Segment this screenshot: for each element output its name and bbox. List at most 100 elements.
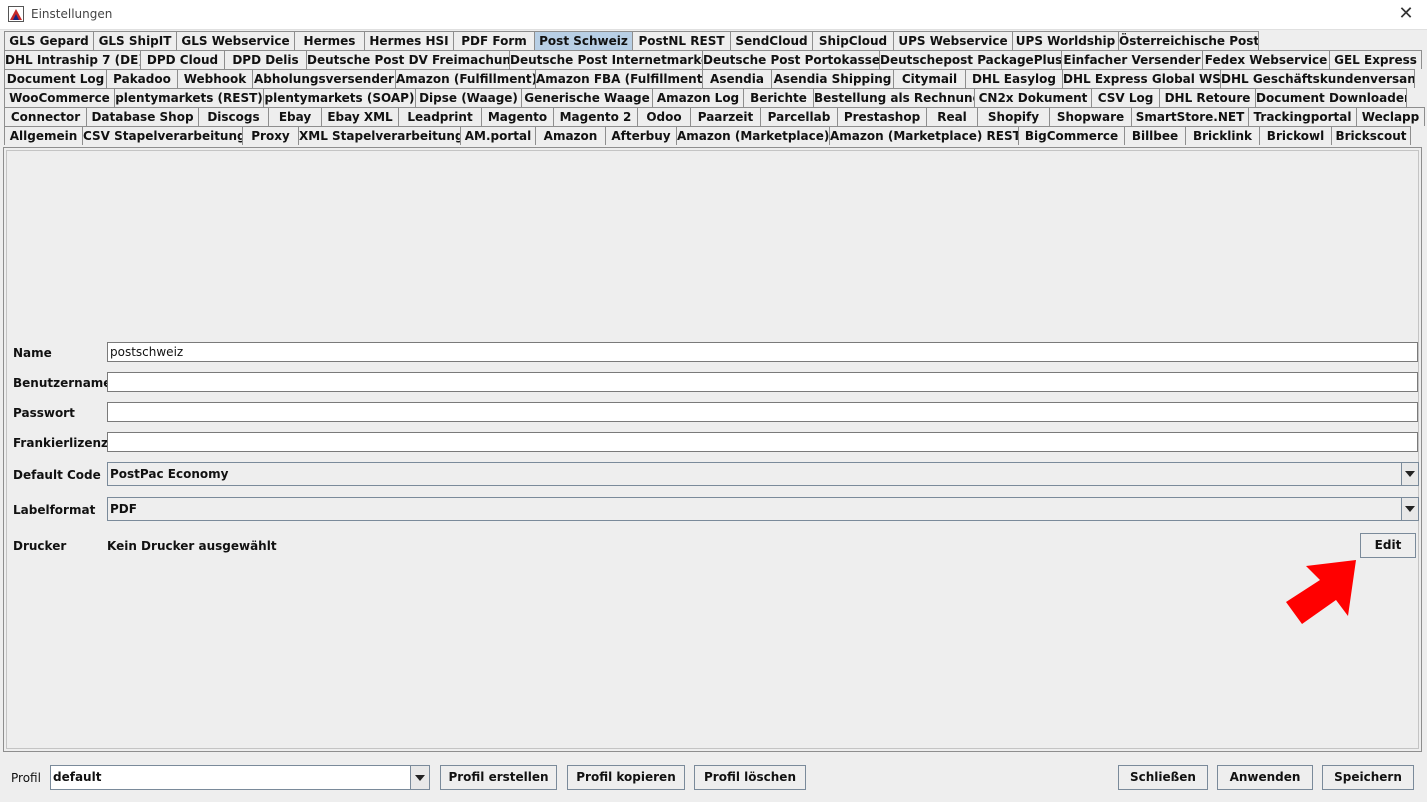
tab-brickowl[interactable]: Brickowl xyxy=(1259,126,1332,145)
tab-am-portal[interactable]: AM.portal xyxy=(460,126,536,145)
tab-brickscout[interactable]: Brickscout xyxy=(1331,126,1411,145)
benutzername-label: Benutzername xyxy=(13,376,112,390)
tab-berichte[interactable]: Berichte xyxy=(743,88,814,107)
tab-citymail[interactable]: Citymail xyxy=(893,69,966,88)
tab-amazon-fulfillment[interactable]: Amazon (Fulfillment) xyxy=(395,69,536,88)
tab-billbee[interactable]: Billbee xyxy=(1124,126,1186,145)
tab-plentymarkets-soap[interactable]: plentymarkets (SOAP) xyxy=(263,88,416,107)
tab-dhl-geschaeftskundenversand[interactable]: DHL Geschäftskundenversand xyxy=(1220,69,1415,88)
profil-select[interactable]: default xyxy=(50,765,430,790)
tab-dhl-express-global-ws[interactable]: DHL Express Global WS xyxy=(1062,69,1221,88)
tab-leadprint[interactable]: Leadprint xyxy=(398,107,482,126)
tab-asendia[interactable]: Asendia xyxy=(702,69,772,88)
tab-generische-waage[interactable]: Generische Waage xyxy=(521,88,653,107)
passwort-field[interactable] xyxy=(107,402,1418,422)
tab-afterbuy[interactable]: Afterbuy xyxy=(605,126,677,145)
tab-amazon[interactable]: Amazon xyxy=(535,126,606,145)
tab-dhl-retoure[interactable]: DHL Retoure xyxy=(1159,88,1256,107)
tab-deutsche-post-portokasse[interactable]: Deutsche Post Portokasse xyxy=(702,50,880,69)
profil-erstellen-button[interactable]: Profil erstellen xyxy=(440,765,557,790)
tab-odoo[interactable]: Odoo xyxy=(637,107,691,126)
chevron-down-icon[interactable] xyxy=(1401,498,1418,520)
tab-document-log[interactable]: Document Log xyxy=(4,69,107,88)
tab-parcellab[interactable]: Parcellab xyxy=(760,107,838,126)
tab-magento[interactable]: Magento xyxy=(481,107,554,126)
tab-asendia-shipping[interactable]: Asendia Shipping xyxy=(771,69,894,88)
tab-hermes[interactable]: Hermes xyxy=(294,31,365,50)
tab-trackingportal[interactable]: Trackingportal xyxy=(1248,107,1357,126)
tab-gls-shipit[interactable]: GLS ShipIT xyxy=(93,31,177,50)
tab-einfacher-versender[interactable]: Einfacher Versender xyxy=(1061,50,1203,69)
tab-woocommerce[interactable]: WooCommerce xyxy=(4,88,115,107)
tab-post-schweiz[interactable]: Post Schweiz xyxy=(534,31,633,50)
tab-hermes-hsi[interactable]: Hermes HSI xyxy=(364,31,454,50)
tab-postnl-rest[interactable]: PostNL REST xyxy=(632,31,731,50)
close-icon[interactable]: ✕ xyxy=(1395,3,1417,25)
tab-database-shop[interactable]: Database Shop xyxy=(86,107,199,126)
tab-allgemein[interactable]: Allgemein xyxy=(4,126,83,145)
tab-sendcloud[interactable]: SendCloud xyxy=(730,31,813,50)
tab-shopware[interactable]: Shopware xyxy=(1049,107,1132,126)
tab-webhook[interactable]: Webhook xyxy=(177,69,253,88)
tab-amazon-marketplace-rest[interactable]: Amazon (Marketplace) REST xyxy=(829,126,1019,145)
tab-real[interactable]: Real xyxy=(926,107,978,126)
tab-deutsche-post-internetmarke[interactable]: Deutsche Post Internetmarke xyxy=(509,50,703,69)
tab-document-downloader[interactable]: Document Downloader xyxy=(1255,88,1407,107)
chevron-down-icon[interactable] xyxy=(410,766,429,789)
tab-discogs[interactable]: Discogs xyxy=(198,107,269,126)
tab-ups-worldship[interactable]: UPS Worldship xyxy=(1012,31,1119,50)
anwenden-button[interactable]: Anwenden xyxy=(1217,765,1313,790)
tab-gls-webservice[interactable]: GLS Webservice xyxy=(176,31,295,50)
benutzername-field[interactable] xyxy=(107,372,1418,392)
tab-csv-stapelverarbeitung[interactable]: CSV Stapelverarbeitung xyxy=(82,126,243,145)
tab-oesterreichische-post[interactable]: Österreichische Post xyxy=(1118,31,1259,50)
tab-amazon-log[interactable]: Amazon Log xyxy=(652,88,744,107)
tab-dhl-easylog[interactable]: DHL Easylog xyxy=(965,69,1063,88)
tab-amazon-marketplace[interactable]: Amazon (Marketplace) xyxy=(676,126,830,145)
default-code-label: Default Code xyxy=(13,468,101,482)
default-code-select[interactable]: PostPac Economy xyxy=(107,462,1419,486)
tab-bestellung-als-rechnung[interactable]: Bestellung als Rechnung xyxy=(813,88,975,107)
tab-plentymarkets-rest[interactable]: plentymarkets (REST) xyxy=(114,88,264,107)
tab-cn2x-dokument[interactable]: CN2x Dokument xyxy=(974,88,1092,107)
tab-dpd-cloud[interactable]: DPD Cloud xyxy=(140,50,225,69)
tab-gel-express[interactable]: GEL Express xyxy=(1329,50,1422,69)
tab-weclapp[interactable]: Weclapp xyxy=(1356,107,1425,126)
tab-deutsche-post-dv-freimachung[interactable]: Deutsche Post DV Freimachung xyxy=(306,50,510,69)
name-field[interactable] xyxy=(107,342,1418,362)
edit-button[interactable]: Edit xyxy=(1360,533,1416,558)
tab-pdf-form[interactable]: PDF Form xyxy=(453,31,535,50)
tab-prestashop[interactable]: Prestashop xyxy=(837,107,927,126)
passwort-label: Passwort xyxy=(13,406,75,420)
profil-kopieren-button[interactable]: Profil kopieren xyxy=(567,765,685,790)
tab-smartstore-net[interactable]: SmartStore.NET xyxy=(1131,107,1249,126)
tab-dpd-delis[interactable]: DPD Delis xyxy=(224,50,307,69)
tab-magento-2[interactable]: Magento 2 xyxy=(553,107,638,126)
profil-loeschen-button[interactable]: Profil löschen xyxy=(694,765,806,790)
tab-shopify[interactable]: Shopify xyxy=(977,107,1050,126)
speichern-button[interactable]: Speichern xyxy=(1322,765,1414,790)
tab-csv-log[interactable]: CSV Log xyxy=(1091,88,1160,107)
tab-deutschepost-packageplus[interactable]: Deutschepost PackagePlus xyxy=(879,50,1062,69)
tab-bricklink[interactable]: Bricklink xyxy=(1185,126,1260,145)
tab-ebay-xml[interactable]: Ebay XML xyxy=(321,107,399,126)
tab-shipcloud[interactable]: ShipCloud xyxy=(812,31,894,50)
tab-pakadoo[interactable]: Pakadoo xyxy=(106,69,178,88)
tab-gls-gepard[interactable]: GLS Gepard xyxy=(4,31,94,50)
tab-ebay[interactable]: Ebay xyxy=(268,107,322,126)
tab-connector[interactable]: Connector xyxy=(4,107,87,126)
labelformat-select[interactable]: PDF xyxy=(107,497,1419,521)
tab-ups-webservice[interactable]: UPS Webservice xyxy=(893,31,1013,50)
tab-fedex-webservice[interactable]: Fedex Webservice xyxy=(1202,50,1330,69)
tab-proxy[interactable]: Proxy xyxy=(242,126,299,145)
frankierlizenz-field[interactable] xyxy=(107,432,1418,452)
tab-bigcommerce[interactable]: BigCommerce xyxy=(1018,126,1125,145)
chevron-down-icon[interactable] xyxy=(1401,463,1418,485)
tab-dipse-waage[interactable]: Dipse (Waage) xyxy=(415,88,522,107)
tab-paarzeit[interactable]: Paarzeit xyxy=(690,107,761,126)
tab-xml-stapelverarbeitung[interactable]: XML Stapelverarbeitung xyxy=(298,126,461,145)
tab-abholungsversender[interactable]: Abholungsversender xyxy=(252,69,396,88)
tab-amazon-fba-fulfillment[interactable]: Amazon FBA (Fulfillment) xyxy=(535,69,703,88)
tab-dhl-intraship[interactable]: DHL Intraship 7 (DE) xyxy=(4,50,141,69)
schliessen-button[interactable]: Schließen xyxy=(1118,765,1208,790)
